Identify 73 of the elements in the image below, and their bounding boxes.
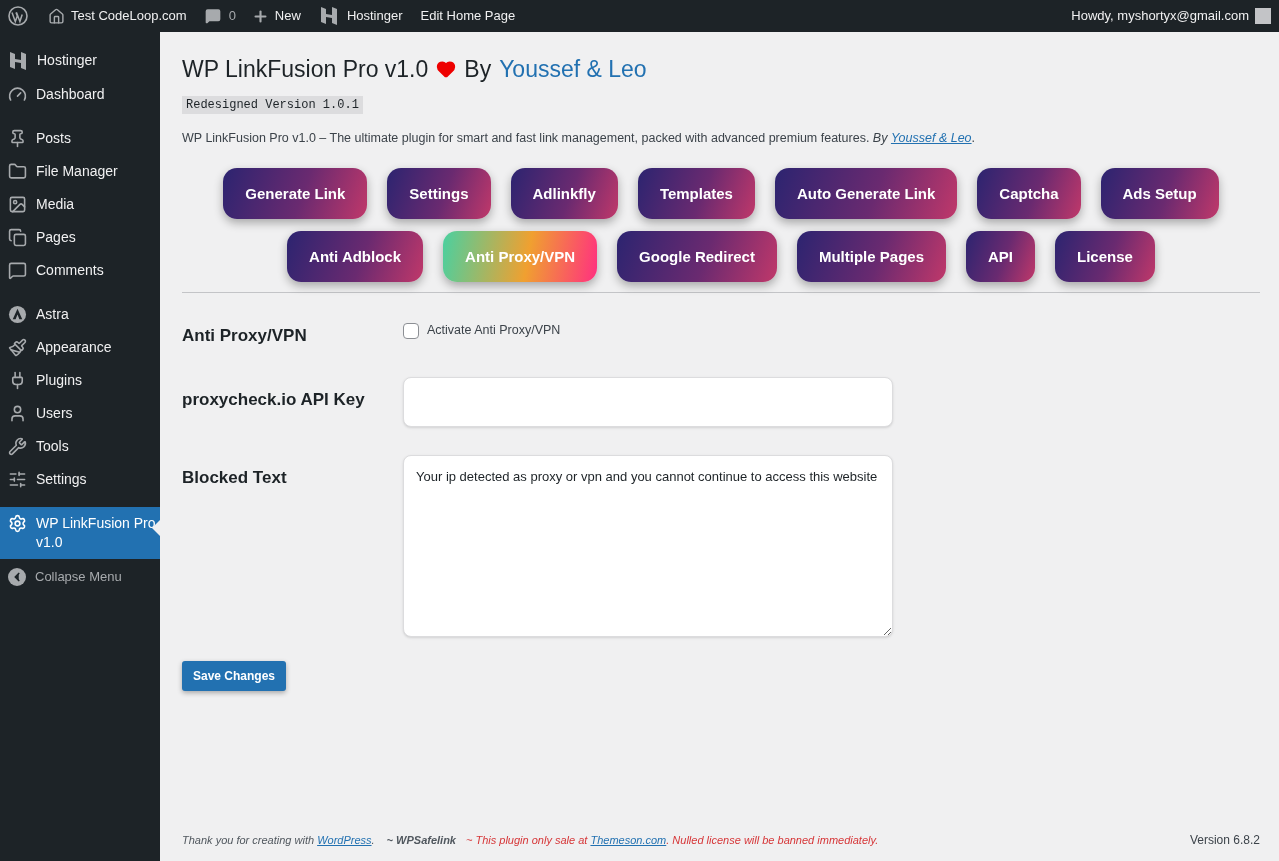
sidebar-item[interactable]: Comments — [0, 254, 160, 287]
tab-button[interactable]: Auto Generate Link — [774, 168, 958, 220]
plus-icon — [251, 7, 269, 25]
paintbrush-icon — [8, 338, 27, 357]
comments-link[interactable]: 0 — [204, 6, 236, 26]
version-badge: Redesigned Version 1.0.1 — [182, 95, 363, 114]
field-label: proxycheck.io API Key — [182, 388, 366, 411]
sidebar-item[interactable]: Hostinger — [0, 44, 160, 78]
sidebar-item[interactable]: Plugins — [0, 364, 160, 397]
collapse-icon — [8, 567, 26, 586]
sliders-icon — [8, 470, 27, 489]
image-icon — [8, 195, 27, 214]
sidebar-item[interactable]: Astra — [0, 298, 160, 331]
sidebar-item[interactable]: WP LinkFusion Pro v1.0 — [0, 507, 160, 559]
api-key-input-field[interactable] — [403, 376, 893, 427]
tab-button[interactable]: Multiple Pages — [796, 231, 946, 283]
pages-icon — [8, 228, 27, 247]
brand-label: ~ WPSafelink — [386, 832, 456, 848]
h-logo-icon — [318, 6, 339, 26]
sidebar-item[interactable]: Media — [0, 188, 160, 221]
account-link[interactable]: Howdy, myshortyx@gmail.com — [1071, 6, 1271, 26]
sidebar-item[interactable]: Posts — [0, 122, 160, 155]
tab-button[interactable]: Google Redirect — [617, 231, 777, 283]
blocked-text-area[interactable]: Your ip detected as proxy or vpn and you cannot continue to access this website — [403, 454, 893, 637]
field-label: Anti Proxy/VPN — [182, 325, 308, 348]
comment-icon — [8, 261, 27, 280]
comment-icon — [204, 8, 221, 24]
page-title: WP LinkFusion Pro v1.0 — [182, 55, 429, 84]
avatar-icon — [1255, 8, 1271, 24]
save-changes-button[interactable]: Save Changes — [182, 660, 287, 691]
checkbox-label: Activate Anti Proxy/VPN — [427, 322, 561, 340]
wordpress-logo-icon[interactable] — [8, 6, 28, 26]
tab-button[interactable]: License — [1055, 231, 1155, 283]
sidebar-item[interactable]: File Manager — [0, 155, 160, 188]
authors-link[interactable]: Youssef & Leo — [890, 130, 972, 145]
collapse-menu-button[interactable]: Collapse Menu — [0, 559, 160, 595]
wrench-icon — [8, 437, 27, 456]
a-logo-icon — [8, 305, 27, 324]
license-notice: ~ This plugin only sale at Themeson.com. Nulled license will be banned immediately. — [466, 832, 879, 848]
wordpress-link[interactable]: WordPress — [317, 833, 372, 846]
tab-button[interactable]: Generate Link — [223, 168, 368, 220]
hostinger-link[interactable]: Hostinger — [318, 6, 403, 26]
field-label: Blocked Text — [182, 466, 288, 489]
sidebar-item[interactable]: Settings — [0, 463, 160, 496]
sidebar-item[interactable]: Users — [0, 397, 160, 430]
tab-button[interactable]: Captcha — [977, 168, 1081, 220]
tab-button[interactable]: API — [966, 231, 1035, 283]
tab-button[interactable]: Ads Setup — [1100, 168, 1219, 220]
new-link[interactable]: New — [251, 6, 301, 26]
site-link[interactable]: Test CodeLoop.com — [48, 6, 187, 26]
tab-button[interactable]: Anti Adblock — [287, 231, 424, 283]
version-label: Version 6.8.2 — [1189, 832, 1260, 849]
sidebar-item[interactable]: Appearance — [0, 331, 160, 364]
h-logo-icon — [8, 51, 28, 71]
gauge-icon — [8, 85, 27, 104]
home-icon — [48, 7, 65, 25]
heart-icon — [436, 59, 457, 80]
tab-button[interactable]: Adlinkfly — [510, 168, 618, 220]
by-label: By — [464, 55, 492, 84]
footer-credit: Thank you for creating with WordPress. — [182, 832, 375, 848]
edit-page-link[interactable]: Edit Home Page — [420, 6, 516, 26]
user-icon — [8, 404, 27, 423]
pin-icon — [8, 129, 27, 148]
sidebar-item[interactable]: Pages — [0, 221, 160, 254]
tab-button[interactable]: Templates — [637, 168, 755, 220]
checkbox[interactable] — [403, 322, 419, 339]
settings-icon — [8, 514, 27, 533]
authors-link[interactable]: Youssef & Leo — [499, 52, 647, 87]
plugin-description: WP LinkFusion Pro v1.0 – The ultimate plugin for smart and fast link management, packed with advanced premium features. By Youssef & Leo. — [182, 129, 977, 147]
sidebar-item[interactable]: Tools — [0, 430, 160, 463]
tab-button[interactable]: Settings — [387, 168, 491, 220]
sidebar-item[interactable]: Dashboard — [0, 78, 160, 111]
folder-icon — [8, 162, 27, 181]
